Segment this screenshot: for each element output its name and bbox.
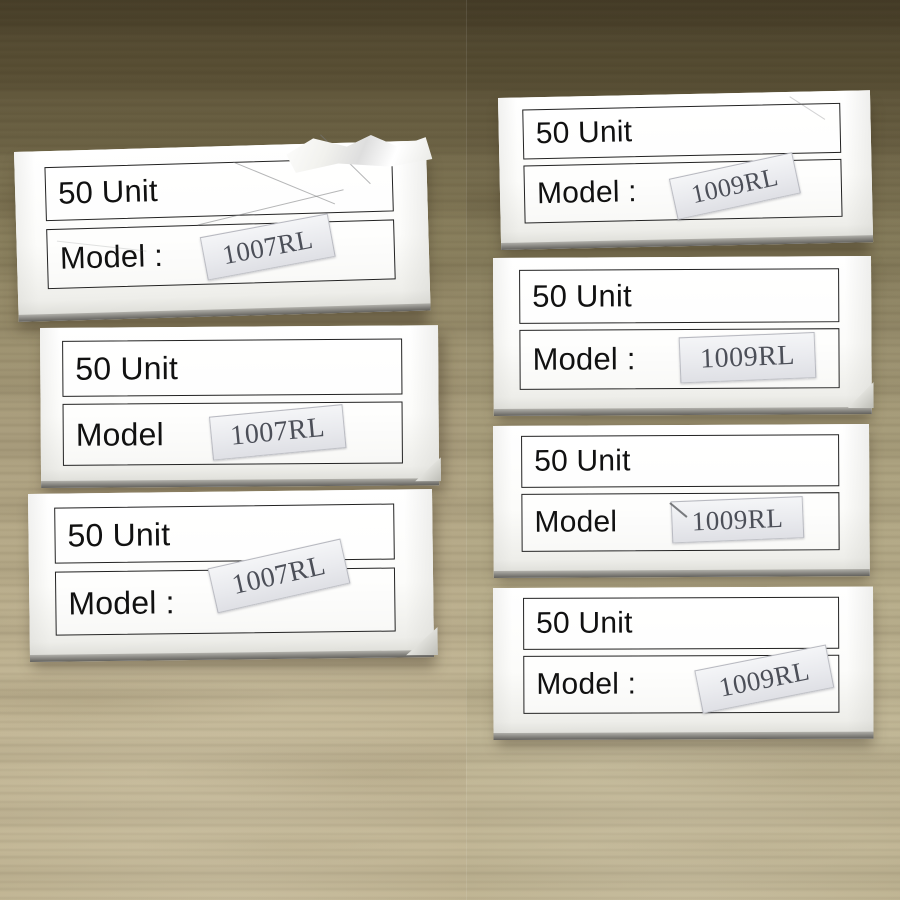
quantity-text-L2: 50 Unit — [75, 349, 179, 387]
model-value-R3: 1009RL — [691, 502, 784, 537]
quantity-label-L2: 50 Unit — [62, 338, 403, 397]
model-text-R2: Model : — [532, 341, 636, 377]
model-text-L1: Model : — [59, 237, 164, 276]
quantity-text-R4: 50 Unit — [536, 606, 633, 640]
model-value-L2: 1007RL — [229, 411, 327, 452]
quantity-text-R1: 50 Unit — [535, 115, 633, 151]
quantity-text-L1: 50 Unit — [57, 173, 159, 211]
model-text-L2: Model — [75, 415, 165, 453]
quantity-label-R4: 50 Unit — [523, 596, 840, 650]
model-sticker-R3[interactable]: 1009RL — [670, 496, 805, 544]
quantity-text-R3: 50 Unit — [534, 444, 631, 478]
box-R4[interactable]: 50 Unit Model : 1009RL — [493, 586, 874, 740]
model-value-R2: 1009RL — [699, 339, 796, 375]
model-text-R1: Model : — [536, 175, 638, 211]
box-bottom-edge-R4 — [493, 731, 874, 740]
box-L2[interactable]: 50 Unit Model 1007RL — [40, 325, 439, 488]
model-text-R3: Model — [534, 505, 618, 539]
photo-seam-divider — [466, 0, 467, 900]
photo-composite: 50 Unit Model : 1007RL 50 Unit Model 100… — [0, 0, 900, 900]
model-text-R4: Model : — [536, 667, 637, 701]
quantity-label-R1: 50 Unit — [522, 102, 842, 160]
quantity-label-R3: 50 Unit — [521, 434, 840, 488]
quantity-text-L3: 50 Unit — [67, 515, 171, 554]
quantity-label-R2: 50 Unit — [519, 268, 840, 324]
quantity-text-R2: 50 Unit — [532, 278, 632, 314]
model-text-L3: Model : — [68, 583, 175, 622]
box-L1[interactable]: 50 Unit Model : 1007RL — [14, 140, 431, 322]
box-R3[interactable]: 50 Unit Model 1009RL — [493, 424, 870, 578]
box-L3[interactable]: 50 Unit Model : 1007RL — [28, 489, 434, 662]
box-R1[interactable]: 50 Unit Model : 1009RL — [498, 90, 874, 250]
model-sticker-R2[interactable]: 1009RL — [678, 331, 817, 384]
box-R2[interactable]: 50 Unit Model : 1009RL — [493, 256, 872, 416]
